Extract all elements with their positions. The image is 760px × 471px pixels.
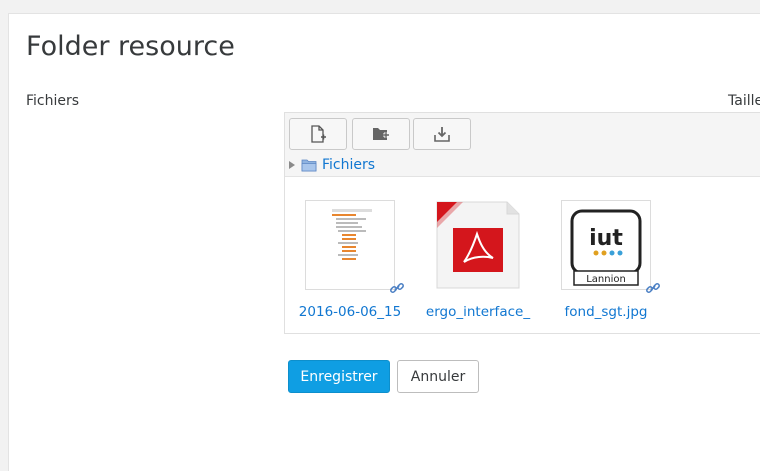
expand-triangle-icon[interactable] xyxy=(289,161,295,169)
file-item[interactable]: iut Lannion fond_sgt.jpg xyxy=(551,200,661,334)
save-button[interactable]: Enregistrer xyxy=(288,360,390,393)
cancel-button[interactable]: Annuler xyxy=(397,360,479,393)
file-name[interactable]: fond_sgt.jpg xyxy=(551,304,661,334)
add-file-button[interactable] xyxy=(289,118,347,150)
file-name[interactable]: ergo_interface_ xyxy=(423,304,533,334)
breadcrumb: Fichiers xyxy=(289,157,375,173)
file-manager-toolbar: Fichiers xyxy=(285,113,760,177)
create-folder-icon xyxy=(373,128,389,140)
create-folder-button[interactable] xyxy=(352,118,410,150)
file-item[interactable]: ergo_interface_ xyxy=(423,200,533,334)
logo-text: Lannion xyxy=(586,274,626,285)
download-button[interactable] xyxy=(413,118,471,150)
svg-text:iut: iut xyxy=(589,226,623,251)
page-title: Folder resource xyxy=(26,31,235,62)
breadcrumb-root[interactable]: Fichiers xyxy=(322,157,375,173)
add-file-icon xyxy=(311,125,326,143)
size-column-header: Taille xyxy=(728,93,760,109)
download-icon xyxy=(434,127,450,142)
files-field-label: Fichiers xyxy=(26,93,80,109)
file-name[interactable]: 2016-06-06_15 xyxy=(295,304,405,334)
file-manager: Fichiers 2016-06-06_15 ergo_interface_ i… xyxy=(284,112,760,334)
pdf-file-icon xyxy=(433,200,523,290)
folder-icon xyxy=(301,159,317,171)
image-thumbnail: iut Lannion xyxy=(561,200,651,290)
alias-link-icon xyxy=(646,283,660,293)
thumbnail-preview xyxy=(332,209,392,262)
alias-link-icon xyxy=(390,283,404,293)
screenshot-thumbnail xyxy=(305,200,395,290)
file-item[interactable]: 2016-06-06_15 xyxy=(295,200,405,334)
file-list: 2016-06-06_15 ergo_interface_ iut Lannio… xyxy=(285,178,760,334)
